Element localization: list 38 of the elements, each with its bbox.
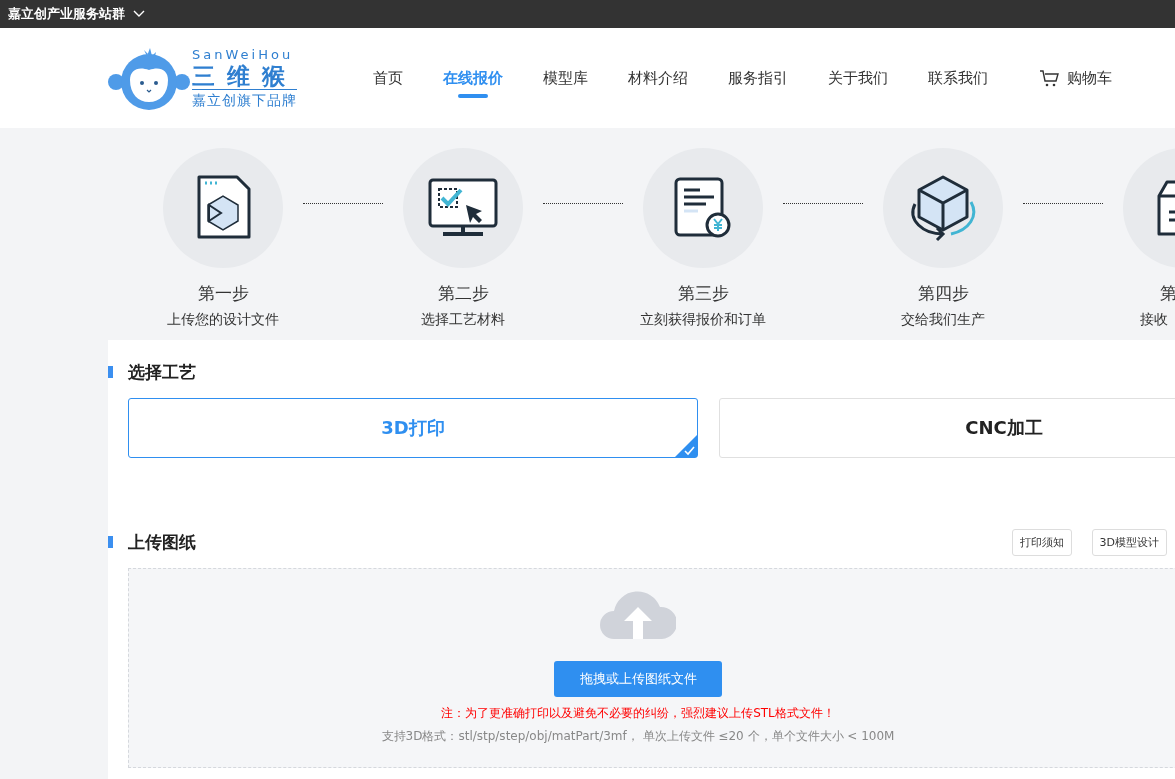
site-group-menu[interactable]: 嘉立创产业服务站群 [8,5,125,23]
nav-link[interactable]: 服务指引 [728,62,788,94]
step-description: 选择工艺材料 [421,311,505,329]
brand-name: 三 维 猴 [192,62,288,89]
brand-latin-name: SanWeiHou [192,46,295,63]
format-hint: 支持3D格式：stl/stp/step/obj/matPart/3mf， 单次上传文件 ≤20 个，单个文件大小 < 100M [381,728,895,745]
guide-button[interactable]: 3D模型设计 [1091,528,1167,556]
step-description: 交给我们生产 [901,311,985,329]
monkey-logo-icon[interactable] [108,46,190,110]
chevron-down-icon[interactable] [133,10,145,18]
corner-check-icon [675,435,697,457]
step-title: 第二步 [437,282,489,305]
monitor-icon [428,178,498,238]
nav-link[interactable]: 模型库 [543,62,588,94]
step-title: 第一步 [197,282,249,305]
step-title: 第三步 [677,282,729,305]
upload-warning: 注：为了更准确打印以及避免不必要的纠纷，强烈建议上传STL格式文件！ [441,705,835,722]
nav-link[interactable]: 首页 [373,62,403,94]
section-title: 选择工艺 [128,360,196,384]
section-title: 上传图纸 [128,530,196,554]
file-icon [195,175,251,241]
nav-link[interactable]: 联系我们 [928,62,988,94]
section-marker [108,536,113,548]
step-title: 第四步 [917,282,969,305]
cloud-upload-icon [600,589,676,639]
process-option[interactable]: CNC加工 [719,398,1175,458]
nav-link[interactable]: 材料介绍 [628,62,688,94]
guide-button[interactable]: 打印须知 [1011,528,1072,556]
cart-icon[interactable] [1040,69,1059,87]
quote-document-icon [674,177,732,239]
nav-link[interactable]: 关于我们 [828,62,888,94]
upload-drop-zone[interactable]: 拖拽或上传图纸文件 注：为了更准确打印以及避免不必要的纠纷，强烈建议上传STL格式文件！ 支持3D格式：stl/stp/step/obj/matPart/3mf， 单次上传文件 ≤20 个，单个文件大小 < 100M [128,568,1175,768]
step-description: 上传您的设计文件 [167,311,279,329]
brand-tagline: 嘉立创旗下品牌 [192,88,297,110]
cart-link[interactable]: 购物车 [1067,68,1112,88]
step-description: 接收 [1140,311,1168,329]
section-marker [108,366,113,378]
step-description: 立刻获得报价和订单 [640,311,766,329]
